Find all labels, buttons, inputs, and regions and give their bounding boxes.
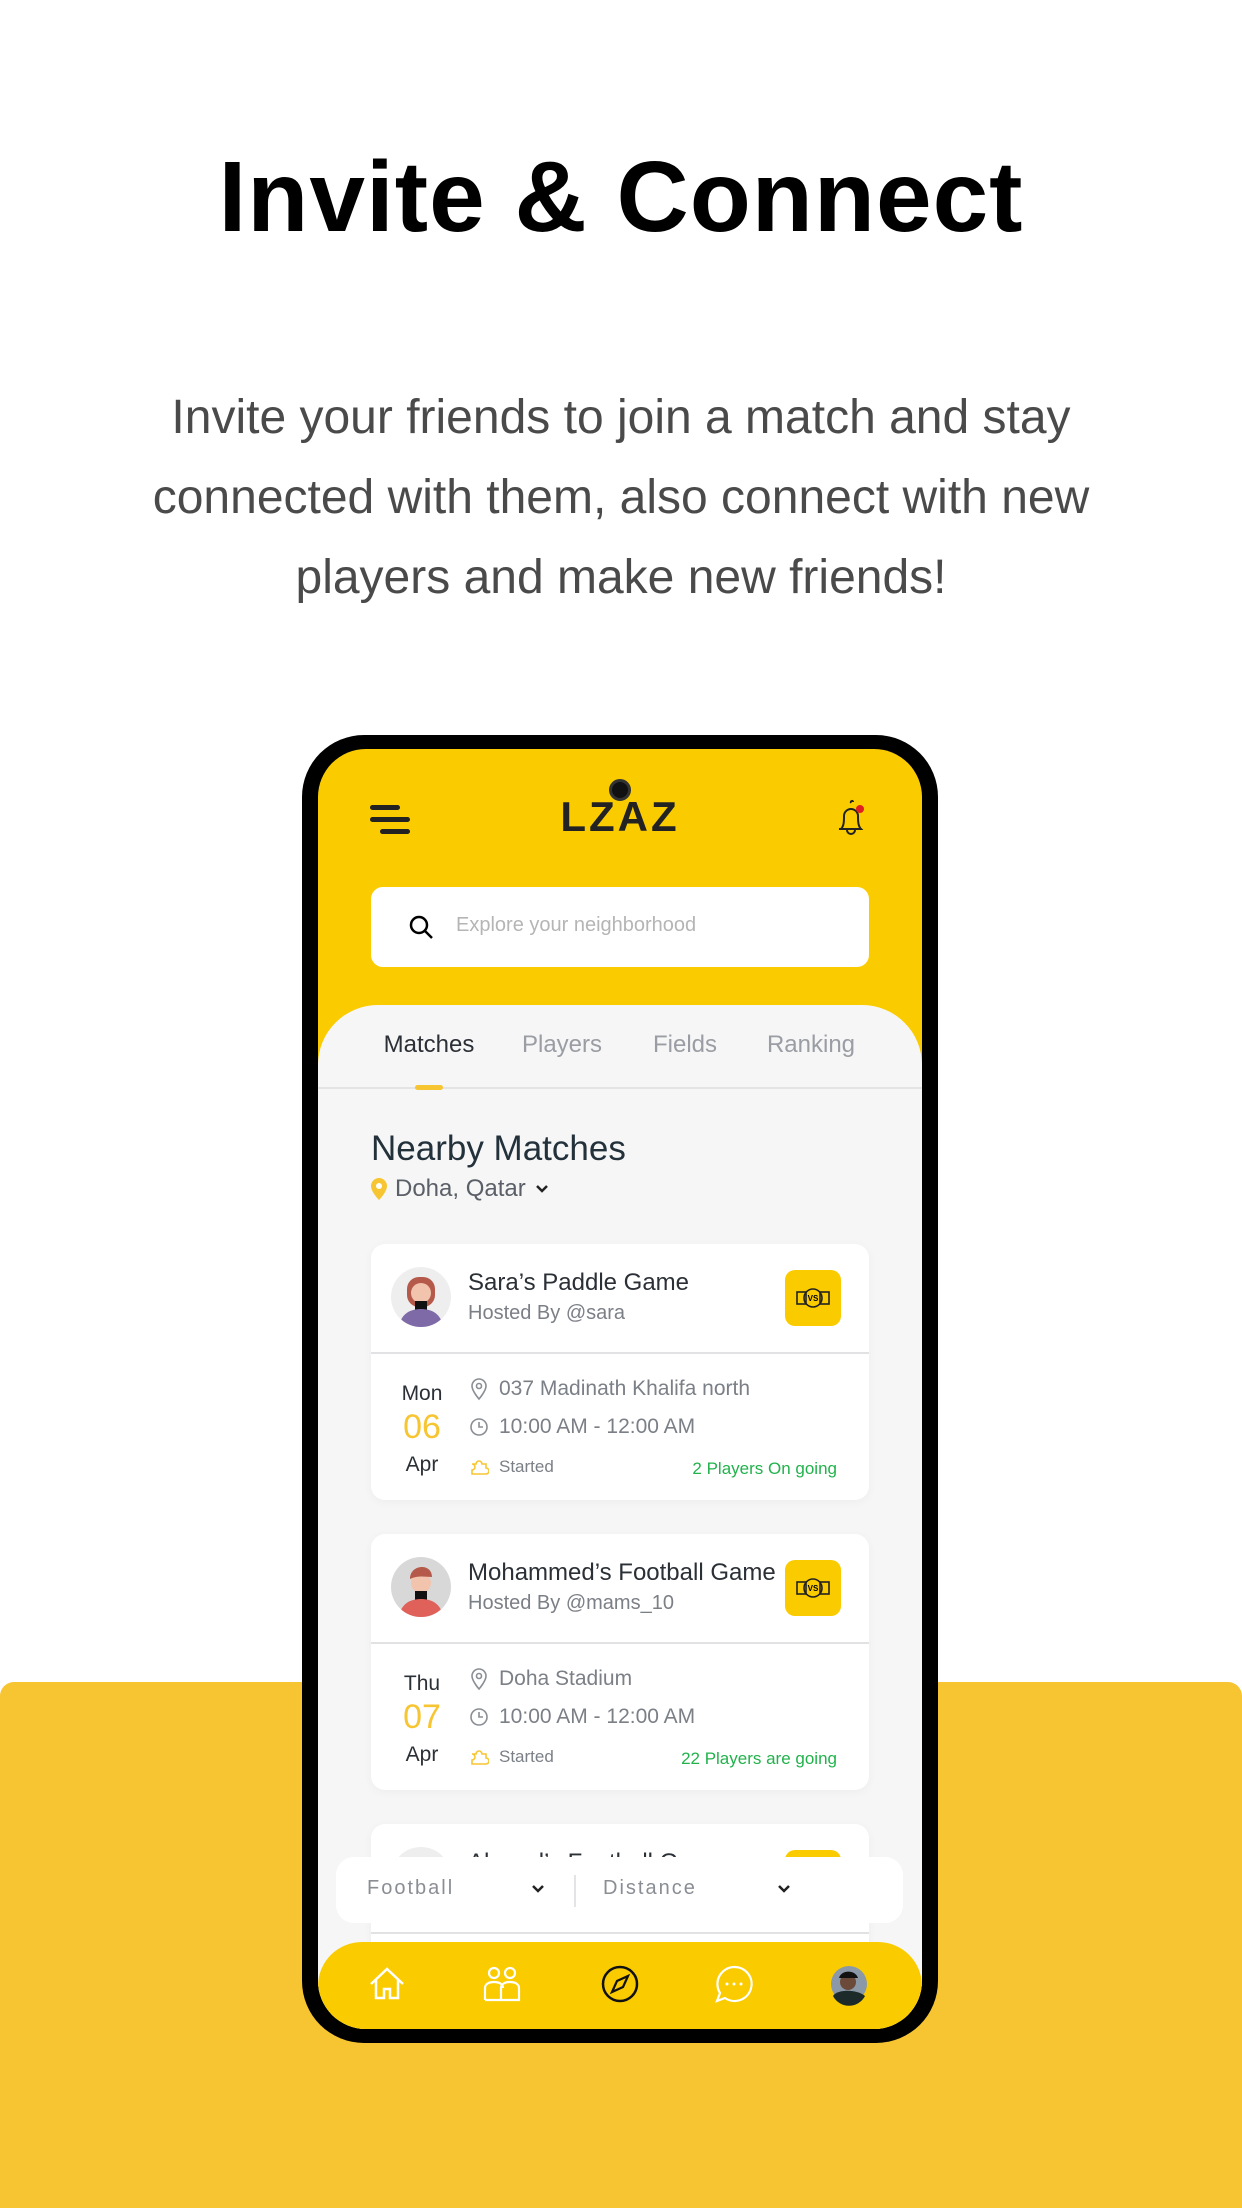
match-place-row: 037 Madinath Khalifa north [469,1377,750,1401]
clock-icon [470,1418,488,1436]
headline: Invite & Connect [218,141,1024,253]
tab-matches[interactable]: Matches [384,1031,475,1059]
bell-icon[interactable] [833,799,869,839]
sport-filter[interactable]: Football [367,1877,454,1900]
search-placeholder: Explore your neighborhood [456,914,697,936]
match-day: 06 [403,1408,441,1446]
match-day: 07 [403,1698,441,1736]
clock-icon [470,1708,488,1726]
match-card[interactable]: Mohammed’s Football Game Hosted By @mams… [371,1534,869,1790]
match-time-row: 10:00 AM - 12:00 AM [469,1705,695,1729]
compass-icon[interactable] [598,1962,642,2006]
bottom-nav [318,1942,922,2029]
match-status: Started [499,1747,554,1766]
location-selector[interactable]: Doha, Qatar [371,1175,550,1203]
match-host: Hosted By @sara [468,1302,626,1324]
location-label: Doha, Qatar [395,1175,526,1202]
match-time: 10:00 AM - 12:00 AM [499,1415,696,1438]
tab-ranking[interactable]: Ranking [767,1031,855,1059]
distance-filter[interactable]: Distance [603,1877,697,1900]
tab-fields[interactable]: Fields [653,1031,717,1059]
location-pin-icon [371,1178,387,1200]
search-input[interactable]: Explore your neighborhood [371,887,869,967]
tabs-divider [318,1087,922,1089]
card-divider [371,1642,869,1644]
match-weekday: Thu [403,1672,441,1695]
match-time-row: 10:00 AM - 12:00 AM [469,1415,695,1439]
puzzle-icon [471,1750,489,1765]
host-avatar [391,1557,451,1617]
filter-divider [574,1875,576,1907]
card-divider [371,1352,869,1354]
match-title: Sara’s Paddle Game [468,1269,690,1296]
tab-players[interactable]: Players [522,1031,602,1059]
section-title: Nearby Matches [371,1129,626,1168]
location-pin-icon [471,1668,487,1691]
players-count: 22 Players are going [681,1749,837,1768]
description: Invite your friends to join a match and … [152,391,1090,604]
match-card[interactable]: Sara’s Paddle Game Hosted By @sara VS Mo… [371,1244,869,1500]
svg-text:VS: VS [808,1294,819,1303]
friends-icon[interactable] [480,1962,524,2006]
match-host: Hosted By @mams_10 [468,1592,674,1614]
puzzle-icon [471,1460,489,1475]
profile-avatar[interactable] [827,1962,871,2006]
card-divider [371,1932,869,1934]
versus-icon[interactable]: VS [785,1560,841,1616]
app-screen: LZAZ Explore your neighborhood Matches P… [318,749,922,2029]
match-place-row: Doha Stadium [469,1667,632,1691]
svg-text:VS: VS [808,1584,819,1593]
match-weekday: Mon [401,1382,443,1405]
match-title: Mohammed’s Football Game [468,1559,776,1586]
match-status-row: Started [469,1747,554,1767]
match-status: Started [499,1457,554,1476]
host-avatar [391,1267,451,1327]
chevron-down-icon [535,1185,548,1193]
match-month: Apr [405,1743,439,1766]
search-icon [409,915,433,939]
chevron-down-icon[interactable] [776,1881,792,1897]
players-count: 2 Players On going [692,1459,837,1478]
phone-frame: LZAZ Explore your neighborhood Matches P… [302,735,938,2043]
match-place: 037 Madinath Khalifa north [499,1377,751,1400]
chevron-down-icon[interactable] [530,1881,546,1897]
chat-icon[interactable] [712,1962,756,2006]
camera-notch [609,779,631,801]
filter-bar: Football Distance [336,1857,903,1923]
active-tab-indicator [415,1085,443,1090]
versus-icon[interactable]: VS [785,1270,841,1326]
match-status-row: Started [469,1457,554,1477]
match-place: Doha Stadium [499,1667,633,1690]
match-month: Apr [405,1453,439,1476]
location-pin-icon [471,1378,487,1401]
home-icon[interactable] [365,1962,409,2006]
match-time: 10:00 AM - 12:00 AM [499,1705,696,1728]
